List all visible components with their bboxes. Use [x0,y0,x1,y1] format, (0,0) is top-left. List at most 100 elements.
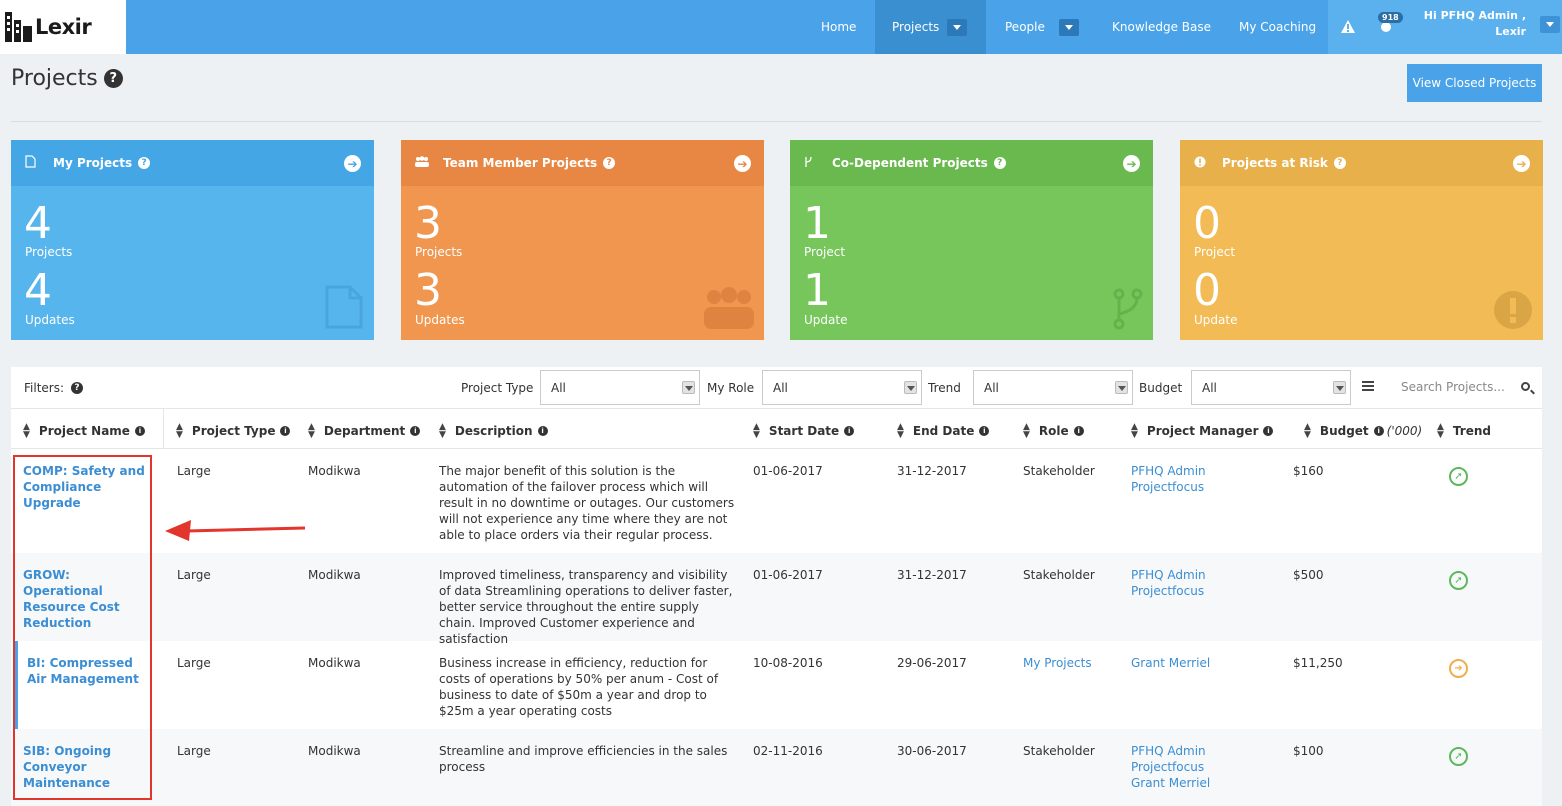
card-label-primary: Projects [25,245,73,259]
card-count-primary: 0 [1193,198,1221,249]
sort-icon: ▲ ▼ [1437,422,1444,440]
view-closed-projects-button[interactable]: View Closed Projects [1407,64,1542,102]
my-role-select[interactable]: All [762,370,922,405]
th-start-date[interactable]: ▲ ▼ Start Date i [753,422,855,440]
project-manager-cell[interactable]: Grant Merriel [1131,655,1210,671]
manager-link[interactable]: Grant Merriel [1131,775,1210,791]
nav-my-coaching[interactable]: My Coaching [1239,0,1316,54]
budget-cell: $11,250 [1293,656,1343,670]
project-type-cell: Large [177,656,211,670]
column-divider [163,409,164,449]
card-team-member-projects[interactable]: Team Member Projects ? ➔ 3 Projects 3 Up… [401,140,764,340]
card-co-dependent-projects[interactable]: Co-Dependent Projects ? ➔ 1 Project 1 Up… [790,140,1153,340]
th-project-manager[interactable]: ▲ ▼ Project Manager i [1131,423,1274,440]
th-department[interactable]: ▲ ▼ Department i [308,423,421,440]
chevron-down-icon[interactable] [947,18,968,36]
info-icon: i [1073,426,1084,436]
role-link[interactable]: My Projects [1023,655,1092,671]
manager-link[interactable]: Projectfocus [1131,759,1210,775]
role-cell: Stakeholder [1023,464,1095,478]
my-role-filter-label: My Role [707,381,755,395]
card-label-secondary: Update [1194,313,1238,327]
nav-knowledge-base[interactable]: Knowledge Base [1112,0,1211,54]
manager-link[interactable]: Projectfocus [1131,583,1206,599]
filters-label: Filters: ? [24,381,84,395]
trend-filter-label: Trend [928,381,961,395]
budget-cell: $100 [1293,744,1324,758]
budget-select[interactable]: All [1191,370,1351,405]
help-icon[interactable]: ? [71,382,84,394]
trend-up-icon: ➚ [1449,571,1468,590]
project-manager-cell[interactable]: PFHQ Admin Projectfocus [1131,567,1206,599]
nav-knowledge-base-label: Knowledge Base [1112,20,1211,34]
info-icon: i [1263,426,1274,436]
project-manager-cell[interactable]: PFHQ Admin Projectfocus Grant Merriel [1131,743,1210,791]
arrow-right-icon[interactable]: ➔ [1123,155,1140,172]
notification-badge: 918 [1378,12,1403,23]
nav-my-coaching-label: My Coaching [1239,20,1317,34]
th-role[interactable]: ▲ ▼ Role i [1023,423,1084,440]
project-type-select-value: All [551,381,566,395]
info-icon: i [979,426,990,436]
card-my-projects[interactable]: My Projects ? ➔ 4 Projects 4 Updates [11,140,374,340]
app-logo[interactable]: Lexir [0,0,126,54]
trend-up-icon: ➚ [1449,747,1468,766]
manager-link[interactable]: PFHQ Admin [1131,743,1210,759]
th-trend[interactable]: ▲ ▼ Trend [1437,422,1491,440]
th-end-date[interactable]: ▲ ▼ End Date i [897,422,990,440]
description-cell: Business increase in efficiency, reducti… [439,656,719,718]
manager-link[interactable]: PFHQ Admin [1131,463,1206,479]
trend-select-value: All [984,381,999,395]
help-icon[interactable]: ? [603,157,616,169]
info-icon: i [537,426,548,436]
manager-link[interactable]: PFHQ Admin [1131,567,1206,583]
help-icon[interactable]: ? [103,69,123,88]
search-placeholder: Search Projects... [1401,380,1505,394]
project-manager-cell[interactable]: PFHQ Admin Projectfocus [1131,463,1206,495]
help-icon[interactable]: ? [1333,157,1346,169]
arrow-right-icon[interactable]: ➔ [344,155,361,172]
table-row[interactable]: GROW: Operational Resource Cost Reductio… [11,553,1542,646]
warning-icon[interactable] [1341,20,1355,33]
manager-link[interactable]: Grant Merriel [1131,655,1210,671]
trend-select[interactable]: All [973,370,1133,405]
menu-icon[interactable] [1362,381,1374,391]
th-label: Project Name [38,424,130,438]
card-count-secondary: 1 [803,265,831,316]
card-header: Co-Dependent Projects ? ➔ [790,140,1153,186]
end-date-cell: 29-06-2017 [897,656,967,670]
help-icon[interactable]: ? [993,157,1006,169]
table-row[interactable]: BI: Compressed Air Management Large Modi… [11,641,1542,729]
arrow-right-icon[interactable]: ➔ [734,155,751,172]
th-project-name[interactable]: ▲ ▼ Project Name i [23,423,145,440]
chevron-down-icon[interactable] [1058,18,1079,36]
th-description[interactable]: ▲ ▼ Description i [439,423,548,440]
sort-icon: ▲ ▼ [753,422,760,440]
sort-icon: ▲ ▼ [897,422,904,440]
th-project-type[interactable]: ▲ ▼ Project Type i [176,423,291,440]
card-projects-at-risk[interactable]: Projects at Risk ? ➔ 0 Project 0 Update [1180,140,1543,340]
role-cell: Stakeholder [1023,568,1095,582]
nav-people[interactable]: People [1005,0,1079,54]
nav-projects[interactable]: Projects [875,0,986,54]
manager-link[interactable]: Projectfocus [1131,479,1206,495]
department-cell: Modikwa [308,464,361,478]
search-input[interactable]: Search Projects... [1390,370,1542,405]
info-icon: i [1373,426,1384,436]
th-label: Department [323,424,406,438]
arrow-right-icon[interactable]: ➔ [1513,155,1530,172]
info-icon: i [280,426,291,436]
user-menu[interactable]: Hi PFHQ Admin , Lexir [1420,0,1562,54]
th-label: End Date [912,424,975,438]
table-row[interactable]: SIB: Ongoing Conveyor Maintenance Large … [11,729,1542,806]
chevron-down-icon[interactable] [1540,16,1560,33]
trend-flat-icon: ➔ [1449,659,1468,678]
chevron-down-icon [682,381,695,394]
search-icon[interactable] [1521,382,1530,391]
help-icon[interactable]: ? [138,157,151,169]
project-type-select[interactable]: All [540,370,700,405]
nav-home[interactable]: Home [821,0,856,54]
start-date-cell: 01-06-2017 [753,464,823,478]
th-budget[interactable]: ▲ ▼ Budget i ('000) [1304,423,1422,440]
start-date-cell: 10-08-2016 [753,656,823,670]
